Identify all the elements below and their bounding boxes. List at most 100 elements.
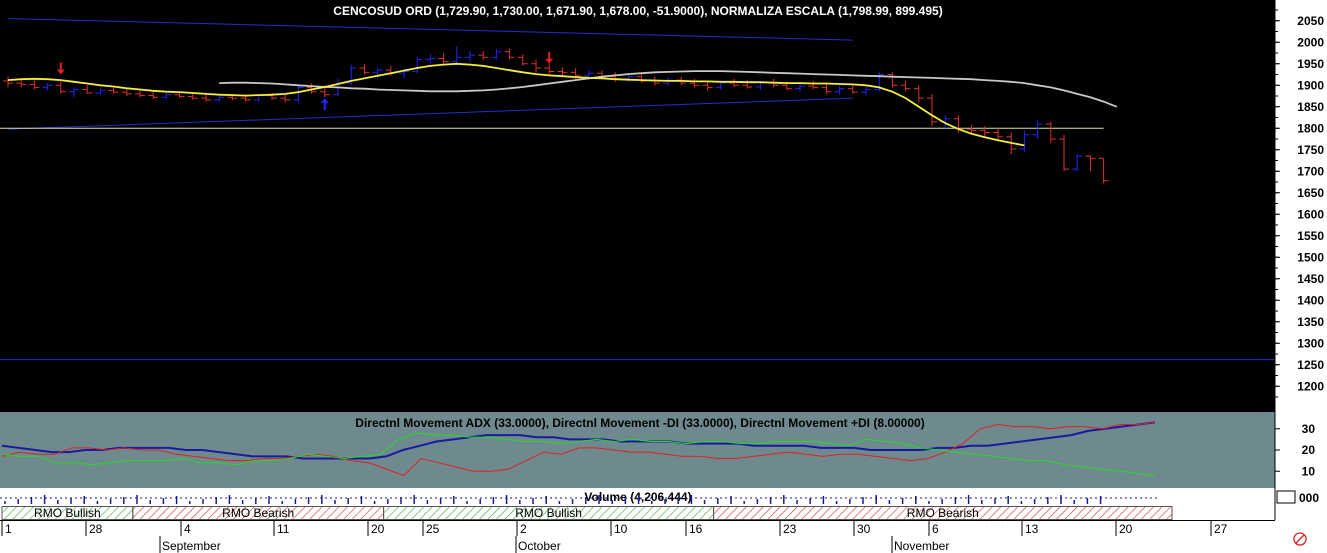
alert-icon[interactable] — [1293, 532, 1307, 546]
ohlc-bar — [504, 48, 515, 60]
ohlc-bar — [1059, 134, 1069, 172]
month-label: October — [518, 539, 561, 553]
ohlc-bar — [1098, 157, 1109, 184]
ohlc-bar — [663, 77, 673, 87]
date-tick-label: 30 — [857, 522, 871, 536]
ohlc-bar — [927, 93, 937, 127]
date-tick-label: 27 — [1214, 522, 1228, 536]
ohlc-bar — [729, 78, 739, 88]
month-label: September — [162, 539, 221, 553]
ohlc-bar — [451, 46, 462, 65]
ohlc-bar — [280, 94, 291, 103]
ohlc-bar — [425, 54, 436, 64]
price-tick-label: 1800 — [1297, 121, 1324, 135]
ohlc-bar — [517, 54, 528, 66]
ohlc-bar — [29, 80, 40, 90]
ohlc-bar — [201, 94, 211, 102]
buy-arrow-icon — [320, 98, 329, 111]
ohlc-bar — [821, 84, 832, 94]
ohlc-bar — [108, 86, 119, 94]
ohlc-bar — [293, 86, 304, 103]
price-tick-label: 1900 — [1297, 78, 1324, 92]
rmo-segment-label: RMO Bearish — [907, 506, 979, 520]
date-tick-label: 25 — [426, 522, 440, 536]
dmi-tick-label: 30 — [1302, 422, 1316, 436]
upper-band-line — [7, 18, 853, 41]
ohlc-bar — [544, 63, 555, 75]
ohlc-bar — [1019, 130, 1030, 152]
arrow-head — [545, 58, 554, 64]
ohlc-bar — [689, 78, 700, 88]
date-tick-label: 10 — [614, 522, 628, 536]
price-tick-label: 1200 — [1297, 379, 1324, 393]
price-tick-label: 2000 — [1297, 35, 1324, 49]
ohlc-bar — [808, 80, 819, 90]
ohlc-bar — [42, 83, 53, 91]
rmo-segment-label: RMO Bullish — [515, 506, 582, 520]
ohlc-bar — [214, 96, 225, 103]
ohlc-bar — [900, 80, 911, 92]
ohlc-bar — [834, 86, 845, 95]
sell-arrow-icon — [56, 62, 65, 75]
ohlc-bar — [135, 90, 145, 98]
date-tick-label: 2 — [520, 522, 527, 536]
ohlc-bar — [979, 126, 990, 137]
ohlc-bar — [491, 48, 502, 60]
price-tick-label: 1250 — [1297, 358, 1324, 372]
ohlc-bar — [861, 86, 871, 96]
month-label: November — [894, 539, 949, 553]
date-tick-label: 28 — [89, 522, 103, 536]
price-tick-label: 1700 — [1297, 164, 1324, 178]
dmi-chart-title: Directnl Movement ADX (33.0000), Directn… — [355, 416, 924, 430]
ohlc-bar — [1045, 121, 1056, 144]
price-tick-label: 2050 — [1297, 14, 1324, 28]
price-tick-label: 1500 — [1297, 250, 1324, 264]
ohlc-bar — [16, 80, 27, 88]
ohlc-bar — [887, 72, 898, 88]
rmo-bullish-segment: RMO Bullish — [1, 506, 134, 520]
arrow-head — [56, 69, 65, 75]
ohlc-bar — [95, 87, 106, 95]
price-tick-label: 1450 — [1297, 272, 1324, 286]
ohlc-bar — [610, 72, 621, 82]
date-tick-label: 13 — [1025, 522, 1039, 536]
ohlc-bar — [161, 92, 172, 100]
arrow-head — [320, 98, 329, 104]
value-axis: 000 1200 1250 1300 1350 1400 1450 1500 1550 1600… — [1274, 0, 1324, 546]
price-panel: CENCOSUD ORD (1,729.90, 1,730.00, 1,671.… — [0, 0, 1275, 412]
date-tick-label: 16 — [689, 522, 703, 536]
price-tick-label: 1950 — [1297, 57, 1324, 71]
ohlc-bar — [913, 85, 924, 103]
price-chart: CENCOSUD ORD (1,729.90, 1,730.00, 1,671.… — [0, 4, 1275, 361]
ohlc-bar — [69, 87, 79, 98]
ohlc-bar — [623, 74, 634, 82]
rmo-segment-label: RMO Bearish — [222, 506, 294, 520]
date-tick-label: 1 — [5, 522, 12, 536]
price-axis: 000 1200 1250 1300 1350 1400 1450 1500 1550 1600… — [1274, 0, 1327, 553]
ohlc-bar — [1032, 120, 1043, 139]
ohlc-bar — [478, 50, 489, 61]
date-tick-label: 4 — [184, 522, 191, 536]
rmo-bearish-segment: RMO Bearish — [713, 506, 1173, 520]
price-chart-title: CENCOSUD ORD (1,729.90, 1,730.00, 1,671.… — [333, 4, 942, 18]
price-tick-label: 1850 — [1297, 100, 1324, 114]
date-tick-label: 23 — [783, 522, 797, 536]
date-tick-label: 11 — [277, 522, 290, 536]
price-tick-label: 1650 — [1297, 186, 1324, 200]
dmi-chart: Directnl Movement ADX (33.0000), Directn… — [1, 416, 1156, 477]
dmi-tick-label: 20 — [1302, 443, 1316, 457]
price-tick-label: 1400 — [1297, 293, 1324, 307]
ohlc-bar — [465, 50, 475, 62]
price-tick-label: 1300 — [1297, 336, 1324, 350]
price-tick-label: 1600 — [1297, 207, 1324, 221]
price-tick-label: 1550 — [1297, 229, 1324, 243]
slow-moving-average-line — [219, 70, 1118, 108]
ohlc-bar — [847, 85, 858, 94]
volume-chart: Volume (4,206,444) — [0, 490, 1160, 504]
date-tick-label: 6 — [932, 522, 939, 536]
ohlc-bar — [148, 91, 159, 100]
volume-axis-box — [1276, 490, 1296, 504]
price-tick-label: 1350 — [1297, 315, 1324, 329]
ohlc-bar — [636, 73, 647, 84]
rmo-bullish-segment: RMO Bullish — [383, 506, 715, 520]
